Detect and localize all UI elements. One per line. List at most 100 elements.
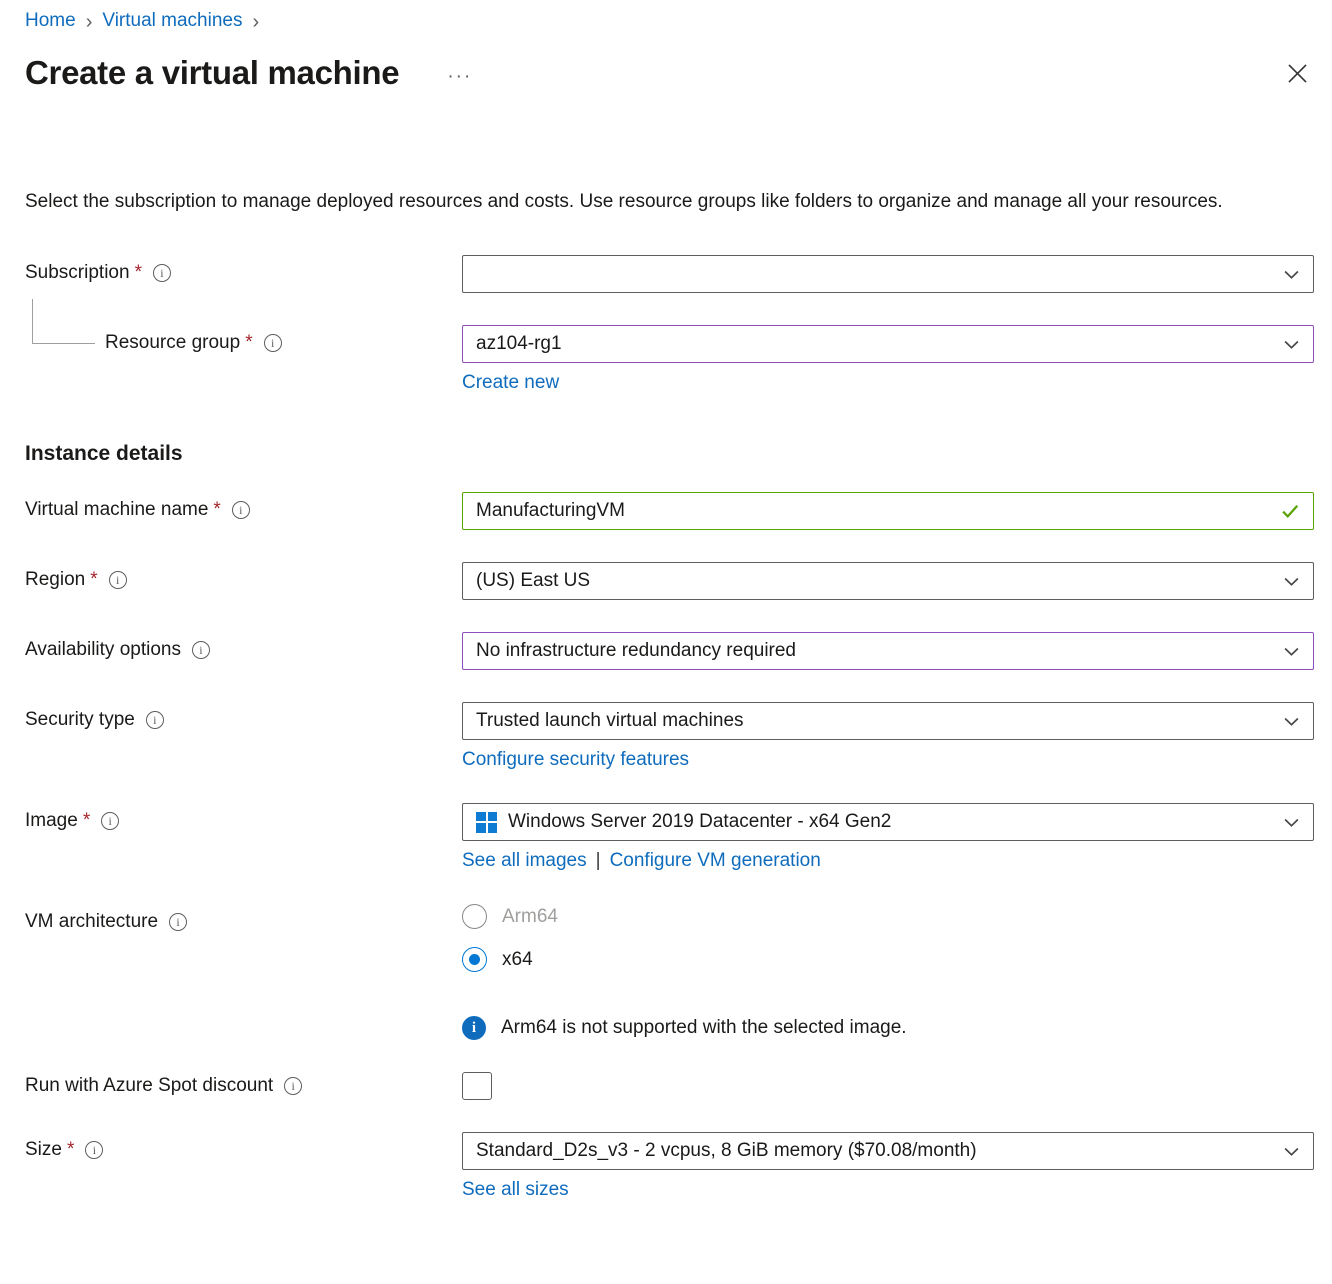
vm-architecture-label-group: VM architecture <box>25 904 462 933</box>
title-row: Create a virtual machine ··· <box>25 54 1314 92</box>
subscription-row: Subscription * <box>25 255 1314 293</box>
security-type-value: Trusted launch virtual machines <box>476 710 744 732</box>
info-icon[interactable] <box>232 501 250 519</box>
section-instance-details: Instance details <box>25 442 1314 466</box>
info-icon[interactable] <box>284 1077 302 1095</box>
region-label-group: Region * <box>25 562 462 591</box>
vm-name-label-group: Virtual machine name * <box>25 492 462 521</box>
vm-name-label: Virtual machine name <box>25 499 208 521</box>
tree-connector <box>32 299 95 344</box>
availability-options-dropdown[interactable]: No infrastructure redundancy required <box>462 632 1314 670</box>
link-divider: | <box>596 850 601 872</box>
region-label: Region <box>25 569 85 591</box>
vm-architecture-row: VM architecture Arm64 x64 Arm64 is not s… <box>25 904 1314 1040</box>
configure-vm-generation-link[interactable]: Configure VM generation <box>610 850 821 872</box>
info-icon[interactable] <box>153 264 171 282</box>
subscription-label-group: Subscription * <box>25 255 462 284</box>
intro-text: Select the subscription to manage deploy… <box>25 186 1307 217</box>
see-all-images-link[interactable]: See all images <box>462 850 587 872</box>
chevron-down-icon <box>1283 713 1300 730</box>
chevron-down-icon <box>1283 814 1300 831</box>
create-vm-page: Home › Virtual machines › Create a virtu… <box>0 0 1332 1284</box>
chevron-down-icon <box>1283 1143 1300 1160</box>
info-icon[interactable] <box>109 571 127 589</box>
availability-options-label: Availability options <box>25 639 181 661</box>
spot-discount-checkbox[interactable] <box>462 1072 492 1100</box>
spot-discount-label: Run with Azure Spot discount <box>25 1075 273 1097</box>
configure-security-features-link[interactable]: Configure security features <box>462 749 689 771</box>
chevron-down-icon <box>1283 336 1300 353</box>
image-label: Image <box>25 810 78 832</box>
info-filled-icon <box>462 1016 486 1040</box>
region-dropdown[interactable]: (US) East US <box>462 562 1314 600</box>
security-type-row: Security type Trusted launch virtual mac… <box>25 702 1314 771</box>
create-new-link[interactable]: Create new <box>462 372 559 394</box>
breadcrumb-separator-icon: › <box>252 11 259 32</box>
image-dropdown[interactable]: Windows Server 2019 Datacenter - x64 Gen… <box>462 803 1314 841</box>
vm-name-input[interactable] <box>476 500 1270 522</box>
region-row: Region * (US) East US <box>25 562 1314 600</box>
image-label-group: Image * <box>25 803 462 832</box>
size-dropdown[interactable]: Standard_D2s_v3 - 2 vcpus, 8 GiB memory … <box>462 1132 1314 1170</box>
more-options-button[interactable]: ··· <box>447 58 472 88</box>
breadcrumb-separator-icon: › <box>86 11 93 32</box>
project-details-group: Subscription * Resource group * <box>25 255 1314 394</box>
close-button[interactable] <box>1283 59 1312 88</box>
spot-discount-label-group: Run with Azure Spot discount <box>25 1075 462 1097</box>
required-asterisk: * <box>135 262 142 284</box>
resource-group-label: Resource group <box>105 332 240 354</box>
valid-check-icon <box>1280 501 1300 521</box>
required-asterisk: * <box>213 499 220 521</box>
image-value: Windows Server 2019 Datacenter - x64 Gen… <box>508 811 891 833</box>
info-icon[interactable] <box>264 334 282 352</box>
required-asterisk: * <box>67 1139 74 1161</box>
size-row: Size * Standard_D2s_v3 - 2 vcpus, 8 GiB … <box>25 1132 1314 1201</box>
see-all-sizes-link[interactable]: See all sizes <box>462 1179 569 1201</box>
chevron-down-icon <box>1283 643 1300 660</box>
resource-group-row: Resource group * az104-rg1 Create new <box>25 325 1314 394</box>
info-icon[interactable] <box>146 711 164 729</box>
spot-discount-row: Run with Azure Spot discount <box>25 1072 1314 1100</box>
vm-name-row: Virtual machine name * <box>25 492 1314 530</box>
security-type-dropdown[interactable]: Trusted launch virtual machines <box>462 702 1314 740</box>
size-label: Size <box>25 1139 62 1161</box>
radio-x64[interactable]: x64 <box>462 947 1314 972</box>
resource-group-value: az104-rg1 <box>476 333 562 355</box>
size-value: Standard_D2s_v3 - 2 vcpus, 8 GiB memory … <box>476 1140 977 1162</box>
resource-group-dropdown[interactable]: az104-rg1 <box>462 325 1314 363</box>
size-label-group: Size * <box>25 1132 462 1161</box>
radio-selected-icon <box>462 947 487 972</box>
windows-logo-icon <box>476 812 497 833</box>
breadcrumb-virtual-machines-link[interactable]: Virtual machines <box>102 10 242 32</box>
required-asterisk: * <box>245 332 252 354</box>
required-asterisk: * <box>83 810 90 832</box>
radio-x64-label: x64 <box>502 949 533 971</box>
vm-architecture-label: VM architecture <box>25 911 158 933</box>
create-vm-form: Subscription * Resource group * <box>25 255 1314 1201</box>
required-asterisk: * <box>90 569 97 591</box>
arm64-info-message: Arm64 is not supported with the selected… <box>462 1016 1314 1040</box>
close-icon <box>1287 63 1308 84</box>
subscription-label: Subscription <box>25 262 130 284</box>
chevron-down-icon <box>1283 266 1300 283</box>
info-icon[interactable] <box>169 913 187 931</box>
info-icon[interactable] <box>192 641 210 659</box>
image-row: Image * Windows Server 2019 Datacenter -… <box>25 803 1314 872</box>
breadcrumb-home-link[interactable]: Home <box>25 10 76 32</box>
security-type-label: Security type <box>25 709 135 731</box>
info-icon[interactable] <box>101 812 119 830</box>
radio-arm64: Arm64 <box>462 904 1314 929</box>
security-type-label-group: Security type <box>25 702 462 731</box>
availability-options-row: Availability options No infrastructure r… <box>25 632 1314 670</box>
availability-options-value: No infrastructure redundancy required <box>476 640 796 662</box>
info-message-text: Arm64 is not supported with the selected… <box>501 1017 907 1039</box>
breadcrumb: Home › Virtual machines › <box>25 8 1314 34</box>
availability-options-label-group: Availability options <box>25 632 462 661</box>
region-value: (US) East US <box>476 570 590 592</box>
radio-icon <box>462 904 487 929</box>
info-icon[interactable] <box>85 1141 103 1159</box>
radio-arm64-label: Arm64 <box>502 906 558 928</box>
vm-name-field[interactable] <box>462 492 1314 530</box>
subscription-dropdown[interactable] <box>462 255 1314 293</box>
page-title: Create a virtual machine <box>25 54 399 92</box>
